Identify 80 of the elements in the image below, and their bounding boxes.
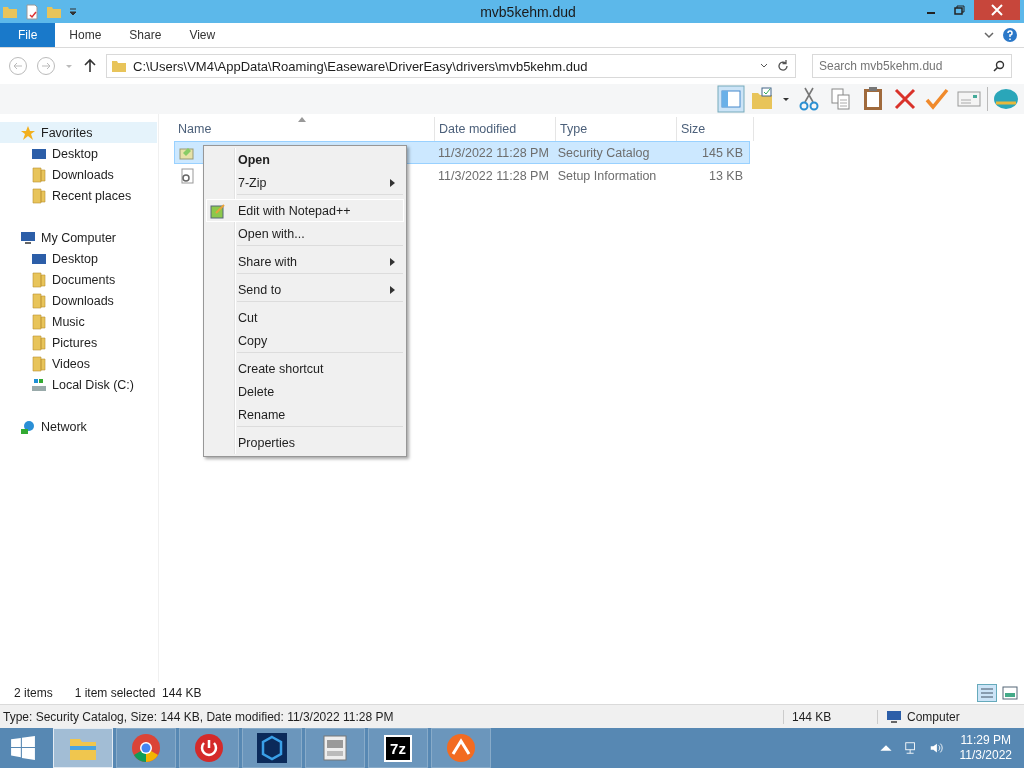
- sidebar-item[interactable]: Videos: [0, 353, 158, 374]
- ribbon-tab[interactable]: Home: [55, 23, 116, 47]
- expand-ribbon-icon[interactable]: [984, 30, 994, 40]
- menu-item[interactable]: Delete: [206, 380, 404, 403]
- taskbar-button[interactable]: [305, 728, 365, 768]
- folder-icon: [111, 58, 127, 74]
- submenu-arrow-icon: [390, 179, 395, 187]
- sidebar-item[interactable]: Desktop: [0, 143, 158, 164]
- taskbar-button[interactable]: [242, 728, 302, 768]
- sidebar-item[interactable]: Desktop: [0, 248, 158, 269]
- properties-icon[interactable]: [24, 3, 40, 20]
- folder-icon: [31, 355, 47, 372]
- computer-icon: [20, 229, 36, 246]
- drive-icon: [31, 376, 47, 393]
- ribbon-tab[interactable]: Share: [115, 23, 176, 47]
- shield-icon: [256, 732, 288, 764]
- help-icon[interactable]: [1002, 27, 1018, 43]
- network-icon[interactable]: [903, 741, 918, 755]
- notepad-icon: [210, 202, 226, 219]
- folder-icon: [31, 271, 47, 288]
- chrome-icon: [130, 732, 162, 764]
- table-cell-text: Setup Information: [556, 168, 658, 183]
- star-icon: [20, 124, 36, 141]
- ribbon-tab[interactable]: View: [175, 23, 230, 47]
- taskbar-button[interactable]: [179, 728, 239, 768]
- preview-pane-button[interactable]: [717, 85, 745, 113]
- item-count: 2 items: [14, 686, 53, 700]
- folder-icon: [31, 166, 47, 183]
- window-title: mvb5kehm.dud: [480, 3, 576, 20]
- ribbon-tab[interactable]: File: [0, 23, 56, 47]
- sort-caret-icon: [298, 117, 306, 122]
- details-view-button[interactable]: [977, 684, 997, 702]
- sidebar-item[interactable]: Downloads: [0, 164, 158, 185]
- zone-text: Computer: [907, 709, 960, 724]
- table-cell-text: 11/3/2022 11:28 PM: [437, 168, 550, 183]
- search-icon: [993, 60, 1005, 72]
- close-button[interactable]: [974, 0, 1020, 20]
- search-field[interactable]: Search mvb5kehm.dud: [812, 54, 1012, 78]
- sidebar-item[interactable]: Local Disk (C:): [0, 374, 158, 395]
- refresh-icon[interactable]: [775, 58, 791, 74]
- size-text: 144 KB: [784, 709, 878, 724]
- sidebar-item[interactable]: Recent places: [0, 185, 158, 206]
- sidebar-item[interactable]: Network: [0, 416, 158, 437]
- sidebar-item[interactable]: Music: [0, 311, 158, 332]
- details-text: Type: Security Catalog, Size: 144 KB, Date modified: 11/3/2022 11:28 PM: [0, 709, 784, 724]
- menu-item[interactable]: Cut: [206, 306, 404, 329]
- taskbar-button[interactable]: 7z: [368, 728, 428, 768]
- start-button[interactable]: [10, 735, 36, 761]
- clock[interactable]: 11:29 PM 11/3/2022: [949, 733, 1024, 763]
- submenu-arrow-icon: [390, 286, 395, 294]
- folder-icon: [31, 334, 47, 351]
- power-icon: [193, 732, 225, 764]
- table-cell-text: 145 KB: [701, 145, 744, 160]
- folder-icon: [31, 187, 47, 204]
- avast-icon: [445, 732, 477, 764]
- menu-item[interactable]: Create shortcut: [206, 357, 404, 380]
- taskbar-button[interactable]: [116, 728, 176, 768]
- menu-item[interactable]: Edit with Notepad++: [206, 199, 404, 222]
- sidebar-item[interactable]: Documents: [0, 269, 158, 290]
- folder-icon: [31, 292, 47, 309]
- up-arrow-icon[interactable]: [82, 58, 98, 74]
- sidebar-item[interactable]: Pictures: [0, 332, 158, 353]
- settings-file-icon: [179, 167, 195, 184]
- folder-icon: [31, 313, 47, 330]
- sidebar-item[interactable]: Downloads: [0, 290, 158, 311]
- table-cell-text: 13 KB: [707, 168, 744, 183]
- table-cell-text: Security Catalog: [556, 145, 651, 160]
- submenu-arrow-icon: [390, 258, 395, 266]
- address-bar[interactable]: C:\Users\VM4\AppData\Roaming\Easeware\DriverEasy\drivers\mvb5kehm.dud: [106, 54, 796, 78]
- dropdown-icon[interactable]: [68, 6, 78, 17]
- menu-item[interactable]: Properties: [206, 431, 404, 454]
- selection-info: 1 item selected 144 KB: [74, 686, 202, 700]
- computer-icon: [886, 708, 902, 725]
- sidebar-item[interactable]: Favorites: [0, 122, 157, 143]
- volume-icon[interactable]: [928, 741, 943, 755]
- taskbar-button[interactable]: [431, 728, 491, 768]
- table-cell-text: 11/3/2022 11:28 PM: [437, 145, 550, 160]
- sidebar-item[interactable]: My Computer: [0, 227, 158, 248]
- network-icon: [20, 418, 36, 435]
- large-icons-button[interactable]: [1000, 684, 1020, 702]
